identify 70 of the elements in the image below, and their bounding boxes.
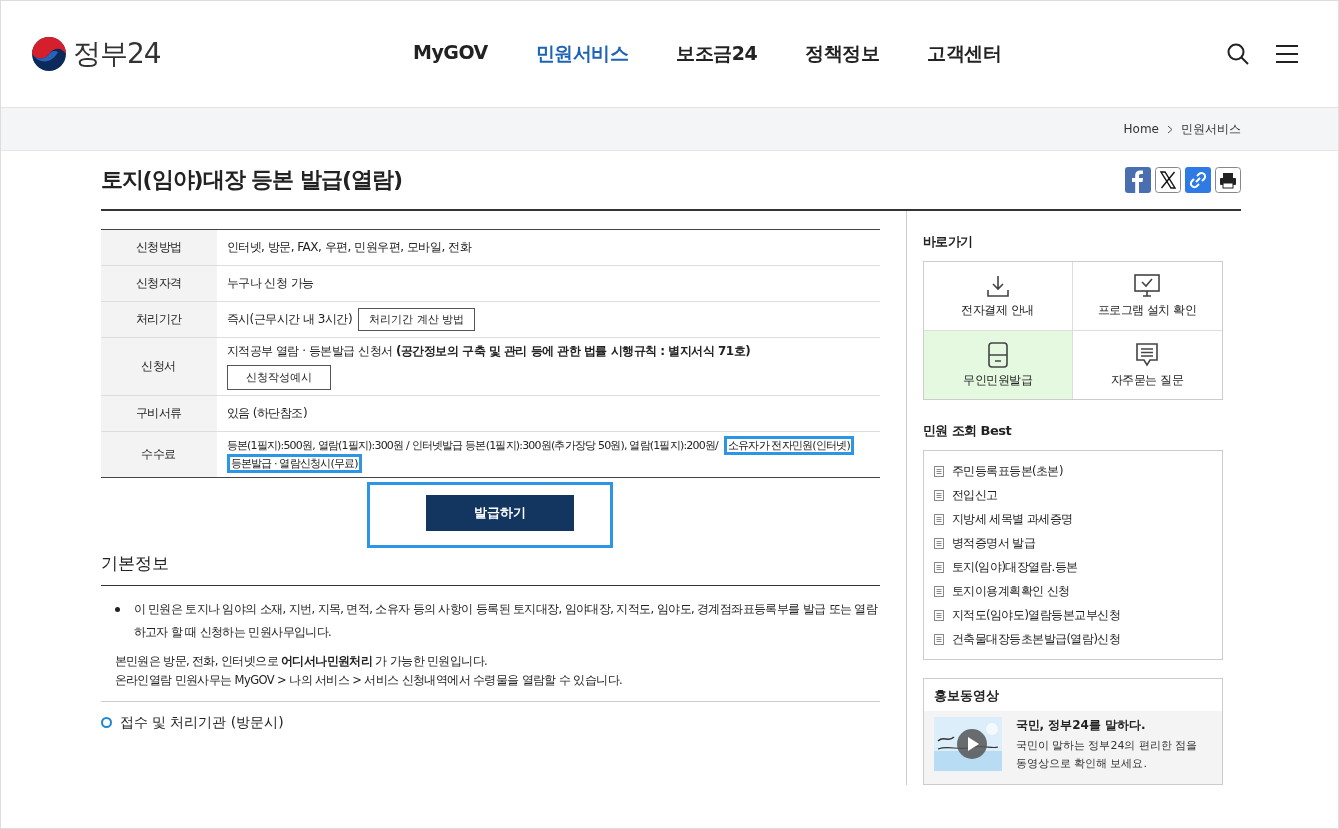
row-value: 지적공부 열람 · 등본발급 신청서 (공간정보의 구축 및 관리 등에 관한 법률 시행규칙 : 별지서식 71호) <box>226 343 752 360</box>
issue-button[interactable]: 발급하기 <box>426 495 574 532</box>
video-description: 국민이 말하는 정부24의 편리한 점을 <box>1015 738 1198 754</box>
chat-icon <box>1135 342 1159 368</box>
document-icon <box>933 585 944 597</box>
row-label: 구비서류 <box>100 395 217 432</box>
highlight-box: 등본발급 · 열람신청시(무료) <box>226 453 362 473</box>
section-heading: 기본정보 <box>100 552 880 587</box>
highlight-box: 소유자가 전자민원(인터넷) <box>724 436 854 455</box>
best-link[interactable]: 토지(임야)대장열람.등본 <box>951 559 1078 575</box>
document-icon <box>933 609 944 621</box>
row-value: 즉시(근무시간 내 3시간) <box>226 312 353 326</box>
breadcrumb-link[interactable]: Home <box>1123 122 1159 136</box>
nav-tab[interactable]: MyGOV <box>413 41 488 67</box>
kiosk-icon <box>987 342 1008 368</box>
document-icon <box>933 513 944 525</box>
chevron-icon <box>1167 124 1173 134</box>
shortcut-tile[interactable]: 자주묻는 질문 <box>1072 331 1222 399</box>
sidebar-heading: 민원 조회 Best <box>922 422 1013 440</box>
note-text: 온라인열람 민원사무는 MyGOV > 나의 서비스 > 서비스 신청내역에서 수령물을 열람할 수 있습니다. <box>114 671 624 689</box>
best-link[interactable]: 병적증명서 발급 <box>951 535 1036 551</box>
logo-text[interactable]: 정부24 <box>73 35 161 73</box>
sidebar-heading: 바로가기 <box>922 233 974 251</box>
menu-icon[interactable] <box>1276 44 1298 64</box>
play-icon[interactable] <box>956 729 987 759</box>
search-icon[interactable] <box>1226 42 1250 66</box>
monitor-icon <box>1134 274 1160 298</box>
best-link[interactable]: 지적도(임야도)열람등본교부신청 <box>951 607 1121 623</box>
best-link[interactable]: 건축물대장등초본발급(열람)신청 <box>951 631 1121 647</box>
document-icon <box>933 561 944 573</box>
ring-icon <box>100 717 112 729</box>
nav-tab[interactable]: 민원서비스 <box>535 41 629 67</box>
best-link[interactable]: 주민등록표등본(초본) <box>951 463 1063 479</box>
row-value: 등본(1필지):500원, 열람(1필지):300원 / 인터넷발급 등본(1필지):300원(추가장당 50원), 열람(1필지):200원/ <box>226 439 718 452</box>
best-link[interactable]: 토지이용계획확인 신청 <box>951 583 1070 599</box>
x-logo-icon[interactable] <box>1154 167 1181 193</box>
shortcut-tile[interactable]: 프로그램 설치 확인 <box>1072 262 1222 331</box>
row-label: 신청서 <box>100 337 217 396</box>
download-icon <box>985 274 1010 298</box>
page-title: 토지(임야)대장 등본 발급(열람) <box>100 166 403 194</box>
nav-tab[interactable]: 보조금24 <box>676 41 758 67</box>
nav-tab[interactable]: 정책정보 <box>805 41 880 67</box>
nav-tab[interactable]: 고객센터 <box>927 41 1002 67</box>
document-icon <box>933 489 944 501</box>
row-label: 수수료 <box>100 431 217 478</box>
row-value: 인터넷, 방문, FAX, 우편, 민원우편, 모바일, 전화 <box>216 229 880 266</box>
video-title[interactable]: 국민, 정부24를 말하다. <box>1015 717 1198 734</box>
logo-icon <box>31 36 67 72</box>
description-text: 이 민원은 토지나 임야의 소재, 지번, 지목, 면적, 소유자 등의 사항이 등록된 토지대장, 임야대장, 지적도, 임야도, 경계점좌표등록부를 발급 또는 열람하고자 할 때 신청하는 민원사무입니다. <box>133 601 879 642</box>
subsection-heading: 접수 및 처리기관 (방문시) <box>119 713 284 732</box>
note-text: 본민원은 방문, 전화, 인터넷으로 어디서나민원처리 가 가능한 민원입니다. <box>114 653 489 671</box>
document-icon <box>933 465 944 477</box>
example-button[interactable]: 신청작성예시 <box>226 365 331 390</box>
video-description: 동영상으로 확인해 보세요. <box>1015 755 1148 772</box>
facebook-icon[interactable] <box>1124 167 1151 193</box>
best-link[interactable]: 지방세 세목별 과세증명 <box>951 511 1073 527</box>
best-link[interactable]: 전입신고 <box>951 487 998 503</box>
row-label: 신청자격 <box>100 265 217 302</box>
bullet-icon <box>114 607 120 613</box>
breadcrumb-link[interactable]: 민원서비스 <box>1181 120 1241 138</box>
row-value: 누구나 신청 가능 <box>216 265 880 302</box>
row-value: 있음 (하단참조) <box>216 395 880 432</box>
document-icon <box>933 633 944 645</box>
row-label: 처리기간 <box>100 301 217 338</box>
shortcut-tile[interactable]: 무인민원발급 <box>923 331 1073 399</box>
document-icon <box>933 537 944 549</box>
print-icon[interactable] <box>1214 167 1241 193</box>
calculation-button[interactable]: 처리기간 계산 방법 <box>358 308 476 331</box>
row-label: 신청방법 <box>100 229 217 266</box>
link-icon[interactable] <box>1184 167 1211 193</box>
